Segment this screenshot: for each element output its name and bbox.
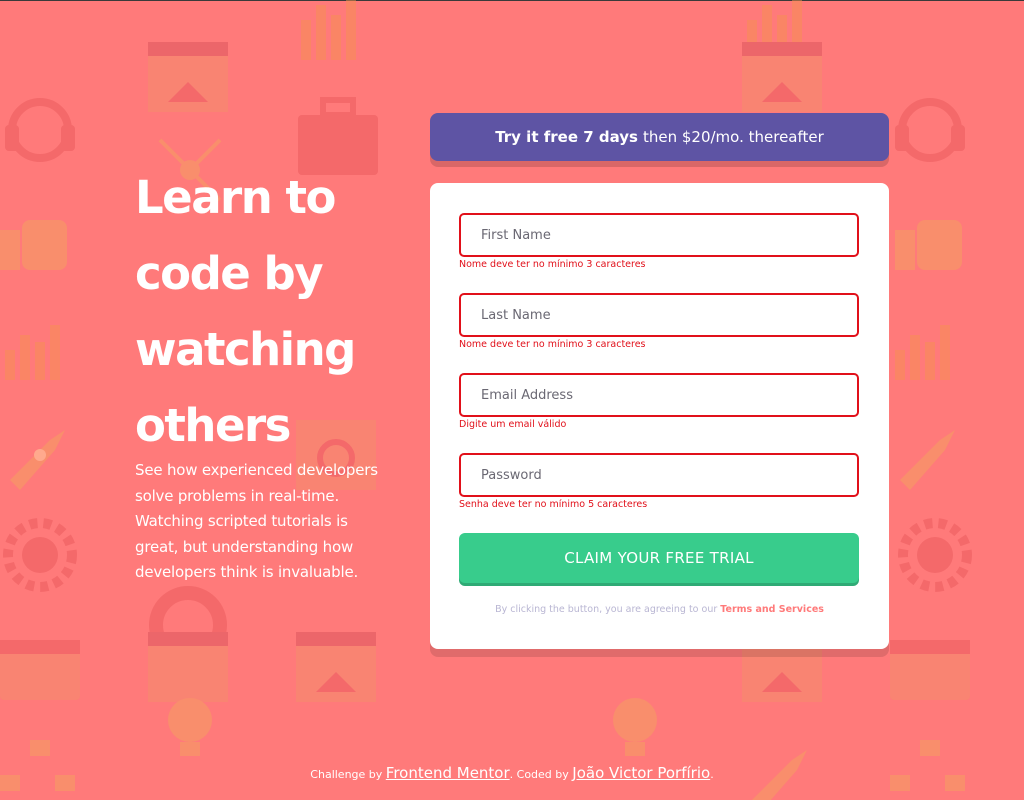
house-window-icon	[742, 42, 822, 112]
password-error: Senha deve ter no mínimo 5 caracteres	[459, 499, 648, 510]
thumbs-up-icon	[0, 220, 67, 270]
last-name-error: Nome deve ter no mínimo 3 caracteres	[459, 339, 646, 350]
terms-link[interactable]: Terms and Services	[720, 604, 824, 615]
lightbulb-icon	[168, 698, 212, 756]
lightbulb-icon	[613, 698, 657, 756]
hero-description: See how experienced developers solve pro…	[135, 461, 378, 581]
hero-title: Learn to code by watching others	[135, 171, 356, 452]
house-window-icon	[296, 632, 376, 702]
last-name-input[interactable]	[459, 293, 859, 337]
globe-gear-icon	[898, 518, 972, 592]
first-name-error: Nome deve ter no mínimo 3 caracteres	[459, 259, 646, 270]
footer-end: .	[710, 768, 714, 781]
bar-chart-icon	[895, 325, 950, 380]
terms-prefix: By clicking the button, you are agreeing…	[495, 604, 718, 615]
password-input[interactable]	[459, 453, 859, 497]
terms-notice: By clicking the button, you are agreeing…	[430, 604, 889, 615]
house-window-icon	[148, 42, 228, 112]
globe-gear-icon	[3, 518, 77, 592]
bar-chart-icon	[5, 325, 60, 380]
bar-chart-icon	[301, 0, 356, 60]
frontend-mentor-link[interactable]: Frontend Mentor	[386, 764, 510, 782]
first-name-input[interactable]	[459, 213, 859, 257]
footer-attribution: Challenge by Frontend Mentor. Coded by J…	[0, 764, 1024, 782]
trial-banner-rest: then $20/mo. thereafter	[642, 128, 824, 146]
trial-banner: Try it free 7 days then $20/mo. thereaft…	[430, 113, 889, 161]
author-link[interactable]: João Victor Porfírio	[572, 764, 710, 782]
footer-challenge-by: Challenge by	[310, 768, 383, 781]
rocket-icon	[900, 430, 955, 490]
headset-icon	[5, 98, 75, 162]
calendar-icon	[0, 640, 80, 700]
email-error: Digite um email válido	[459, 419, 567, 430]
thumbs-up-icon	[895, 220, 962, 270]
calendar-icon	[890, 640, 970, 700]
trial-banner-bold: Try it free 7 days	[495, 128, 638, 146]
calendar-icon	[148, 632, 228, 702]
email-input[interactable]	[459, 373, 859, 417]
rocket-icon	[10, 430, 65, 490]
headset-icon	[895, 98, 965, 162]
footer-coded-by: . Coded by	[509, 768, 569, 781]
claim-trial-button[interactable]: CLAIM YOUR FREE TRIAL	[459, 533, 859, 583]
signup-form: Nome deve ter no mínimo 3 caracteres Nom…	[430, 183, 889, 649]
